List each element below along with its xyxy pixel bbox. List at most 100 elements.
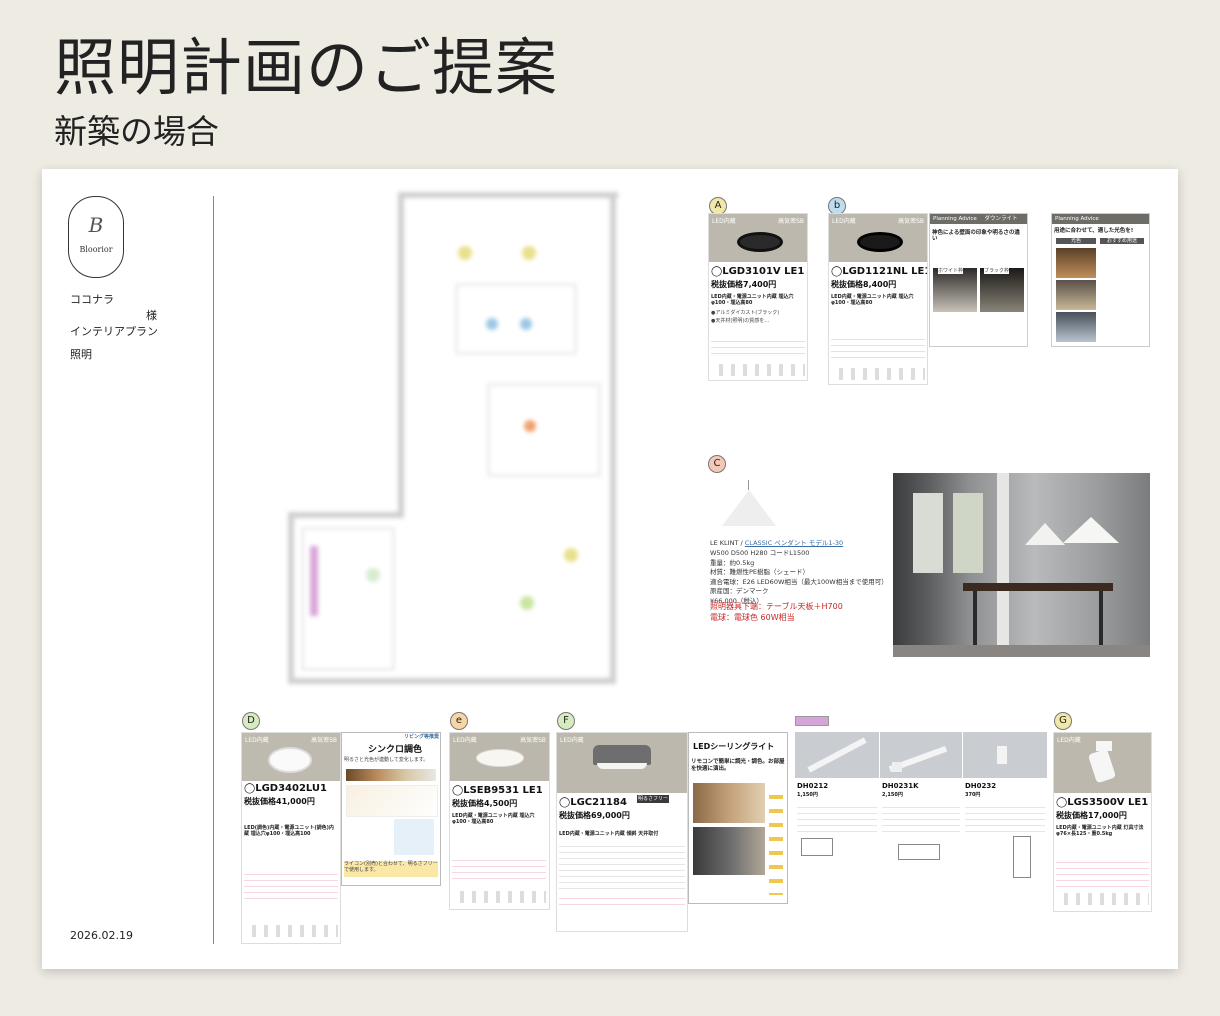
product-warnings: [831, 334, 925, 360]
product-warnings: [711, 336, 805, 358]
product-image-A: LED内蔵 高気密SB: [709, 214, 807, 262]
ceiling-scene-photos: [693, 827, 765, 875]
planning-advice-color: Planning Advice 用途に合わせて、適した光色を! 光色 おすすめ用…: [1051, 213, 1150, 347]
ceiling-feature-card: LEDシーリングライト リモコンで簡単に調光・調色。お部屋を快適に演出。: [688, 732, 788, 904]
product-icons: [831, 368, 925, 380]
rail-specs: [797, 802, 877, 832]
rail-price: 2,150円: [882, 792, 903, 798]
remote-icons: [769, 785, 783, 895]
rail-model: DH0231K: [882, 782, 919, 790]
room-photo: [893, 473, 1150, 657]
advice-title: 神色による壁面の印象や明るさの違い: [932, 230, 1020, 242]
synchro-badge: リビング等推奨: [404, 734, 440, 740]
sidebar-divider: [213, 196, 214, 944]
rail-specs: [882, 802, 960, 832]
product-card-G: LED内蔵 ◯LGS3500V LE1 税抜価格17,000円 LED内蔵・電源…: [1053, 732, 1152, 912]
product-image-e: LED内蔵 高気密SB: [450, 733, 549, 781]
product-model: ◯LGD3402LU1: [244, 783, 327, 794]
product-card-b: LED内蔵 高気密SB ◯LGD1121NL LE1 税抜価格8,400円 LE…: [828, 213, 928, 385]
card-category: LED内蔵: [453, 737, 477, 744]
product-name: LE KLINT / CLASSIC ペンダント モデル1-30: [710, 539, 844, 547]
rail-card-2: DH0231K 2,150円: [880, 732, 962, 878]
advice-title: 用途に合わせて、適した光色を!: [1054, 228, 1134, 234]
advice-col: 光色: [1056, 238, 1096, 244]
product-price: 税抜価格7,400円: [711, 280, 777, 289]
rail-price: 370円: [965, 792, 981, 798]
install-height-note: 照明器具下端：テーブル天板＋H700: [710, 602, 843, 611]
product-model: ◯LGD1121NL LE1: [831, 266, 928, 277]
spec-line: W500 D500 H280 コードL1500: [710, 549, 810, 557]
downlight-icon: [857, 232, 903, 252]
proposal-date: 2026.02.19: [70, 929, 133, 942]
page-subtitle: 新築の場合: [54, 112, 219, 151]
rail-diagram: [801, 838, 833, 856]
advice-header: Planning Advice ダウンライト: [930, 214, 1027, 224]
product-price: 税抜価格17,000円: [1056, 811, 1127, 820]
advice-photo-white: [933, 268, 977, 312]
card-category: LED内蔵: [832, 218, 856, 225]
rail-image: [963, 732, 1047, 778]
spec-line: 材質：難燃性PE樹脂（シェード）: [710, 568, 810, 576]
product-badge-F: F: [557, 712, 575, 730]
product-description: LED内蔵・電源ユニット内蔵 埋込穴φ100・埋込高80: [711, 294, 794, 306]
product-card-F: LED内蔵 ◯LGC21184 明るさフリー 税抜価格69,000円 LED内蔵…: [556, 732, 688, 932]
product-card-D: LED内蔵 高気密SB ◯LGD3402LU1 税抜価格41,000円 LED(…: [241, 732, 341, 944]
ceiling-title: LEDシーリングライト: [693, 742, 775, 751]
product-model: ◯LSEB9531 LE1: [452, 785, 543, 796]
product-card-A: LED内蔵 高気密SB ◯LGD3101V LE1 税抜価格7,400円 LED…: [708, 213, 808, 381]
product-link[interactable]: CLASSIC ペンダント モデル1-30: [745, 539, 843, 547]
product-card-e: LED内蔵 高気密SB ◯LSEB9531 LE1 税抜価格4,500円 LED…: [449, 732, 550, 910]
product-icons: [452, 891, 546, 903]
honorific: 様: [146, 309, 157, 322]
ceiling-scene-photos: [693, 783, 765, 823]
rail-image: [795, 732, 879, 778]
client-name: ココナラ: [70, 293, 114, 306]
product-model: ◯LGS3500V LE1: [1056, 797, 1149, 808]
plan-type: インテリアプラン: [70, 325, 158, 338]
card-category: LED内蔵: [560, 737, 584, 744]
product-icons: [1056, 893, 1149, 905]
product-description: LED内蔵・電源ユニット内蔵 灯具寸法φ76×長125・重0.5kg: [1056, 825, 1144, 837]
product-image-G: LED内蔵: [1054, 733, 1151, 793]
rail-card-3: DH0232 370円: [963, 732, 1047, 908]
product-badge-e: e: [450, 712, 468, 730]
product-price: 税抜価格8,400円: [831, 280, 897, 289]
synchro-feature-card: シンクロ調色 リビング等推奨 明るさと光色が連動して変化します。 ライコン(別売…: [341, 732, 441, 886]
rail-diagram: [898, 844, 940, 860]
card-category: LED内蔵: [1057, 737, 1081, 744]
advice-col: おすすめ用途: [1100, 238, 1144, 244]
synchro-footer: ライコン(別売)と合わせて、明るさフリーで使用します。: [344, 861, 438, 877]
product-description: LED(調色)内蔵・電源ユニット(調色)内蔵 埋込穴φ100・埋込高100: [244, 825, 334, 837]
product-note: ●アルミダイカスト(ブラック): [711, 310, 780, 316]
spec-line: 原産国：デンマーク: [710, 587, 769, 595]
product-badge-C: C: [708, 455, 726, 473]
rail-model: DH0212: [797, 782, 829, 790]
brand-logo: B Bloorior: [68, 196, 124, 278]
rail-card-1: DH0212 1,150円: [795, 732, 879, 864]
page-title: 照明計画のご提案: [54, 31, 559, 104]
downlight-icon: [737, 232, 783, 252]
product-specs: [559, 841, 685, 891]
product-image-b: LED内蔵 高気密SB: [829, 214, 927, 262]
card-grade: 高気密SB: [311, 737, 337, 744]
pendant-lamp-image: [722, 480, 776, 532]
card-grade: 高気密SB: [520, 737, 546, 744]
spec-line: 適合電球：E26 LED60W相当（最大100W相当まで使用可）: [710, 577, 888, 586]
ceiling-light-icon: [593, 745, 651, 765]
card-category: LED内蔵: [712, 218, 736, 225]
product-model: ◯LGC21184: [559, 797, 627, 808]
product-icons: [711, 364, 805, 376]
product-tag: 明るさフリー: [637, 795, 670, 803]
synchro-illustration: [394, 819, 434, 855]
card-category: LED内蔵: [245, 737, 269, 744]
spotlight-icon: [268, 747, 312, 773]
rail-image: [880, 732, 962, 778]
product-note: ●天井材(照明)の質感を...: [711, 318, 770, 324]
rail-marker: [795, 716, 829, 726]
downlight-icon: [476, 749, 524, 767]
advice-photo-black: [980, 268, 1024, 312]
card-grade: 高気密SB: [778, 218, 804, 225]
advice-label: ブラック枠: [984, 268, 1010, 274]
product-model: ◯LGD3101V LE1: [711, 266, 805, 277]
ceiling-caption: リモコンで簡単に調光・調色。お部屋を快適に演出。: [691, 759, 785, 772]
